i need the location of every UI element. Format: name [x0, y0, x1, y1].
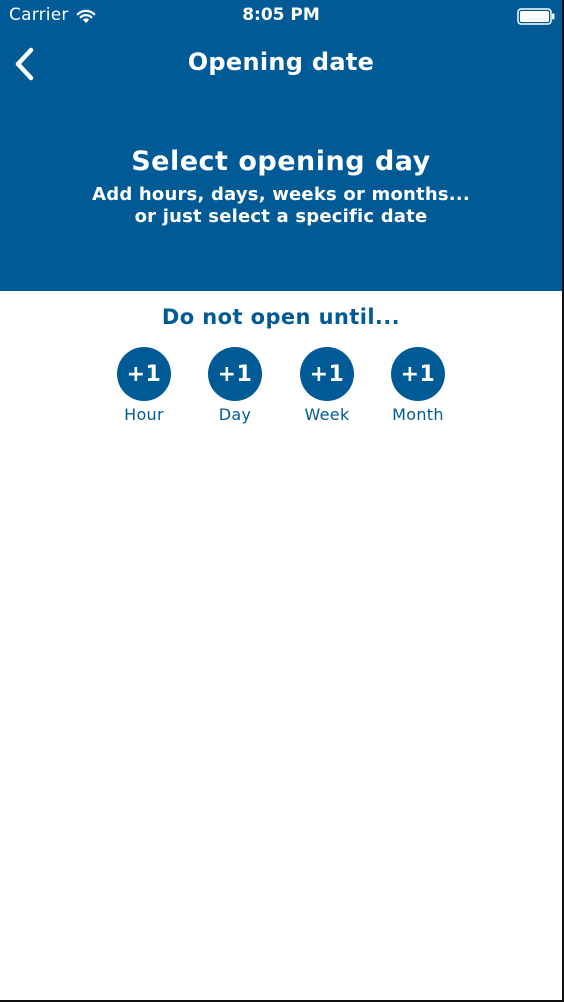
add-month-circle[interactable]: +1 — [391, 347, 445, 401]
hero-title: Select opening day — [131, 146, 431, 177]
hero-subtitle-line2: or just select a specific date — [134, 206, 428, 227]
clock-time: 8:05 PM — [242, 5, 320, 25]
add-month-label: Month — [392, 405, 444, 424]
hero-subtitle-line1: Add hours, days, weeks or months... — [92, 184, 470, 205]
add-hour-circle[interactable]: +1 — [117, 347, 171, 401]
add-hour-button[interactable]: +1 Hour — [104, 347, 184, 424]
add-day-label: Day — [218, 405, 252, 424]
battery-icon — [517, 8, 555, 25]
back-button[interactable] — [8, 44, 42, 84]
add-day-button[interactable]: +1 Day — [195, 347, 275, 424]
page-title: Opening date — [187, 48, 375, 76]
section-title: Do not open until... — [161, 305, 401, 329]
add-month-button[interactable]: +1 Month — [378, 347, 458, 424]
add-week-label: Week — [304, 405, 350, 424]
app-screen: Carrier 8:05 PM Opening date Select open… — [0, 0, 564, 1002]
add-week-circle[interactable]: +1 — [300, 347, 354, 401]
add-hour-label: Hour — [124, 405, 164, 424]
chevron-left-icon — [15, 47, 34, 81]
add-week-button[interactable]: +1 Week — [287, 347, 367, 424]
status-bar: Carrier 8:05 PM — [0, 0, 562, 32]
add-day-circle[interactable]: +1 — [208, 347, 262, 401]
header-panel: Carrier 8:05 PM Opening date Select open… — [0, 0, 562, 291]
